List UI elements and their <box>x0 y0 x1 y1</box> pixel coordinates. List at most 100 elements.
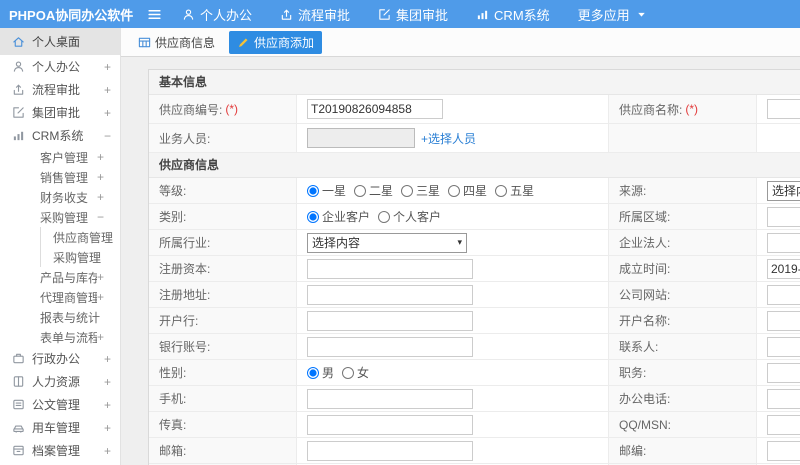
supplier-name-input[interactable] <box>767 99 800 119</box>
expand-toggle[interactable]: − <box>97 210 104 224</box>
position-input[interactable] <box>767 362 800 383</box>
sidebar-item-agent-mgmt[interactable]: 代理商管理 + <box>0 287 120 307</box>
level-radio-0[interactable]: 一星 <box>307 182 346 199</box>
field-label: 来源: <box>619 184 647 198</box>
sidebar-item-document-mgmt[interactable]: 公文管理 + <box>0 393 120 416</box>
expand-toggle[interactable]: + <box>104 375 111 389</box>
field-label: 邮编: <box>619 444 647 458</box>
sidebar-item-form-flow-settings[interactable]: 表单与流程设置+ <box>0 327 120 347</box>
level-radio-1[interactable]: 二星 <box>354 182 393 199</box>
qq-msn-input[interactable] <box>767 414 800 435</box>
hamburger-menu-icon[interactable] <box>147 7 162 22</box>
expand-toggle[interactable]: + <box>104 83 111 97</box>
level-radio-input[interactable] <box>401 184 414 197</box>
topnav-personal-office[interactable]: 个人办公 <box>182 5 252 24</box>
fax-input[interactable] <box>307 414 473 435</box>
sidebar-item-sales-mgmt[interactable]: 销售管理 + <box>0 167 120 187</box>
expand-toggle[interactable]: + <box>97 170 104 184</box>
registered-capital-input[interactable] <box>307 258 473 279</box>
sidebar-item-finance-io[interactable]: 财务收支 + <box>0 187 120 207</box>
expand-toggle[interactable]: + <box>104 106 111 120</box>
sidebar-item-vehicle-mgmt[interactable]: 用车管理 + <box>0 416 120 439</box>
level-radio-4[interactable]: 五星 <box>495 182 534 199</box>
gender-radio-input[interactable] <box>342 366 355 379</box>
gender-radio-0[interactable]: 男 <box>307 364 334 381</box>
sidebar-item-personal-desktop[interactable]: 个人桌面 <box>0 28 120 55</box>
field-label-cell: QQ/MSN: <box>609 412 757 437</box>
sidebar-item-process-approval[interactable]: 流程审批 + <box>0 78 120 101</box>
sidebar-item-customer-mgmt[interactable]: 客户管理 + <box>0 147 120 167</box>
account-name-input[interactable] <box>767 310 800 331</box>
sidebar-item-label: 个人办公 <box>32 60 81 74</box>
sidebar-item-purchasing-mgmt[interactable]: 采购管理 <box>41 247 120 267</box>
expand-toggle[interactable]: + <box>97 290 104 304</box>
sidebar-item-purchase-mgmt[interactable]: 采购管理 − <box>0 207 120 227</box>
topnav-crm-system[interactable]: CRM系统 <box>476 5 550 24</box>
expand-toggle[interactable]: − <box>104 129 111 143</box>
mobile-input[interactable] <box>307 388 473 409</box>
form-section: 基本信息供应商编号:(*)供应商名称:(*)业务人员:+选择人员 <box>149 70 800 153</box>
founded-date-input[interactable] <box>767 258 800 279</box>
supplier-code-input[interactable] <box>307 99 443 119</box>
region-input[interactable] <box>767 206 800 227</box>
contact-input[interactable] <box>767 336 800 357</box>
bank-input[interactable] <box>307 310 473 331</box>
topnav-group-approval[interactable]: 集团审批 <box>378 5 448 24</box>
tab-supplier-add[interactable]: 供应商添加 <box>229 30 323 54</box>
expand-toggle[interactable]: + <box>104 421 111 435</box>
staff-input[interactable] <box>307 128 415 148</box>
sidebar-item-admin-office[interactable]: 行政办公 + <box>0 347 120 370</box>
sidebar-item-human-resources[interactable]: 人力资源 + <box>0 370 120 393</box>
level-radio-3[interactable]: 四星 <box>448 182 487 199</box>
expand-toggle[interactable]: + <box>97 190 104 204</box>
zip-input[interactable] <box>767 440 800 461</box>
level-radio-2[interactable]: 三星 <box>401 182 440 199</box>
source-select[interactable]: 选择内容▾ <box>767 180 800 201</box>
category-radio-0[interactable]: 企业客户 <box>307 208 370 225</box>
topnav-process-approval[interactable]: 流程审批 <box>280 5 350 24</box>
sidebar-item-supplier-mgmt[interactable]: 供应商管理 <box>41 227 120 247</box>
level-radio-input[interactable] <box>354 184 367 197</box>
office-phone-input[interactable] <box>767 388 800 409</box>
website-input[interactable] <box>767 284 800 305</box>
category-radio-1[interactable]: 个人客户 <box>378 208 441 225</box>
gender-radio-1[interactable]: 女 <box>342 364 369 381</box>
field-control-cell <box>757 438 800 463</box>
registered-address-input[interactable] <box>307 284 473 305</box>
sidebar-item-personal-office[interactable]: 个人办公 + <box>0 55 120 78</box>
field-label-cell: 注册资本: <box>149 256 297 281</box>
expand-toggle[interactable]: + <box>104 398 111 412</box>
topbar: PHPOA协同办公软件 个人办公 流程审批 集团审批 CRM系统 更多应用 <box>0 0 800 28</box>
gender-radio-input[interactable] <box>307 366 319 379</box>
category-radio-input[interactable] <box>378 210 391 223</box>
category-radio-input[interactable] <box>307 210 319 223</box>
expand-toggle[interactable]: + <box>104 60 111 74</box>
topnav-more-apps[interactable]: 更多应用 <box>578 5 648 24</box>
industry-select[interactable]: 选择内容 ▾ <box>307 232 467 253</box>
level-radio-input[interactable] <box>307 184 319 197</box>
sidebar-item-reports-stats[interactable]: 报表与统计 <box>0 307 120 327</box>
form-row: 等级: 一星 二星 三星 四星 五星 来源: 选择内容▾ <box>149 178 800 204</box>
sidebar-item-crm-system[interactable]: CRM系统 − <box>0 124 120 147</box>
field-label-cell: 银行账号: <box>149 334 297 359</box>
field-label: 邮箱: <box>159 444 187 458</box>
level-radio-input[interactable] <box>448 184 461 197</box>
field-label-cell: 供应商编号: (*) <box>149 95 297 123</box>
sidebar-item-product-inventory[interactable]: 产品与库存 + <box>0 267 120 287</box>
expand-toggle[interactable]: + <box>104 352 111 366</box>
sidebar-item-label: 公文管理 <box>32 398 81 412</box>
sidebar-item-archive-mgmt[interactable]: 档案管理 + <box>0 439 120 462</box>
bank-account-input[interactable] <box>307 336 473 357</box>
expand-toggle[interactable]: + <box>97 330 104 344</box>
expand-toggle[interactable]: + <box>97 150 104 164</box>
expand-toggle[interactable]: + <box>104 444 111 458</box>
legal-person-input[interactable] <box>767 232 800 253</box>
email-input[interactable] <box>307 440 473 461</box>
sidebar-item-group-approval[interactable]: 集团审批 + <box>0 101 120 124</box>
level-radio-input[interactable] <box>495 184 508 197</box>
staff-picker-link[interactable]: +选择人员 <box>421 130 476 147</box>
field-label: 注册地址: <box>159 288 211 302</box>
expand-toggle[interactable]: + <box>97 270 104 284</box>
tab-supplier-info[interactable]: 供应商信息 <box>130 31 223 54</box>
field-label: 联系人: <box>619 340 659 354</box>
